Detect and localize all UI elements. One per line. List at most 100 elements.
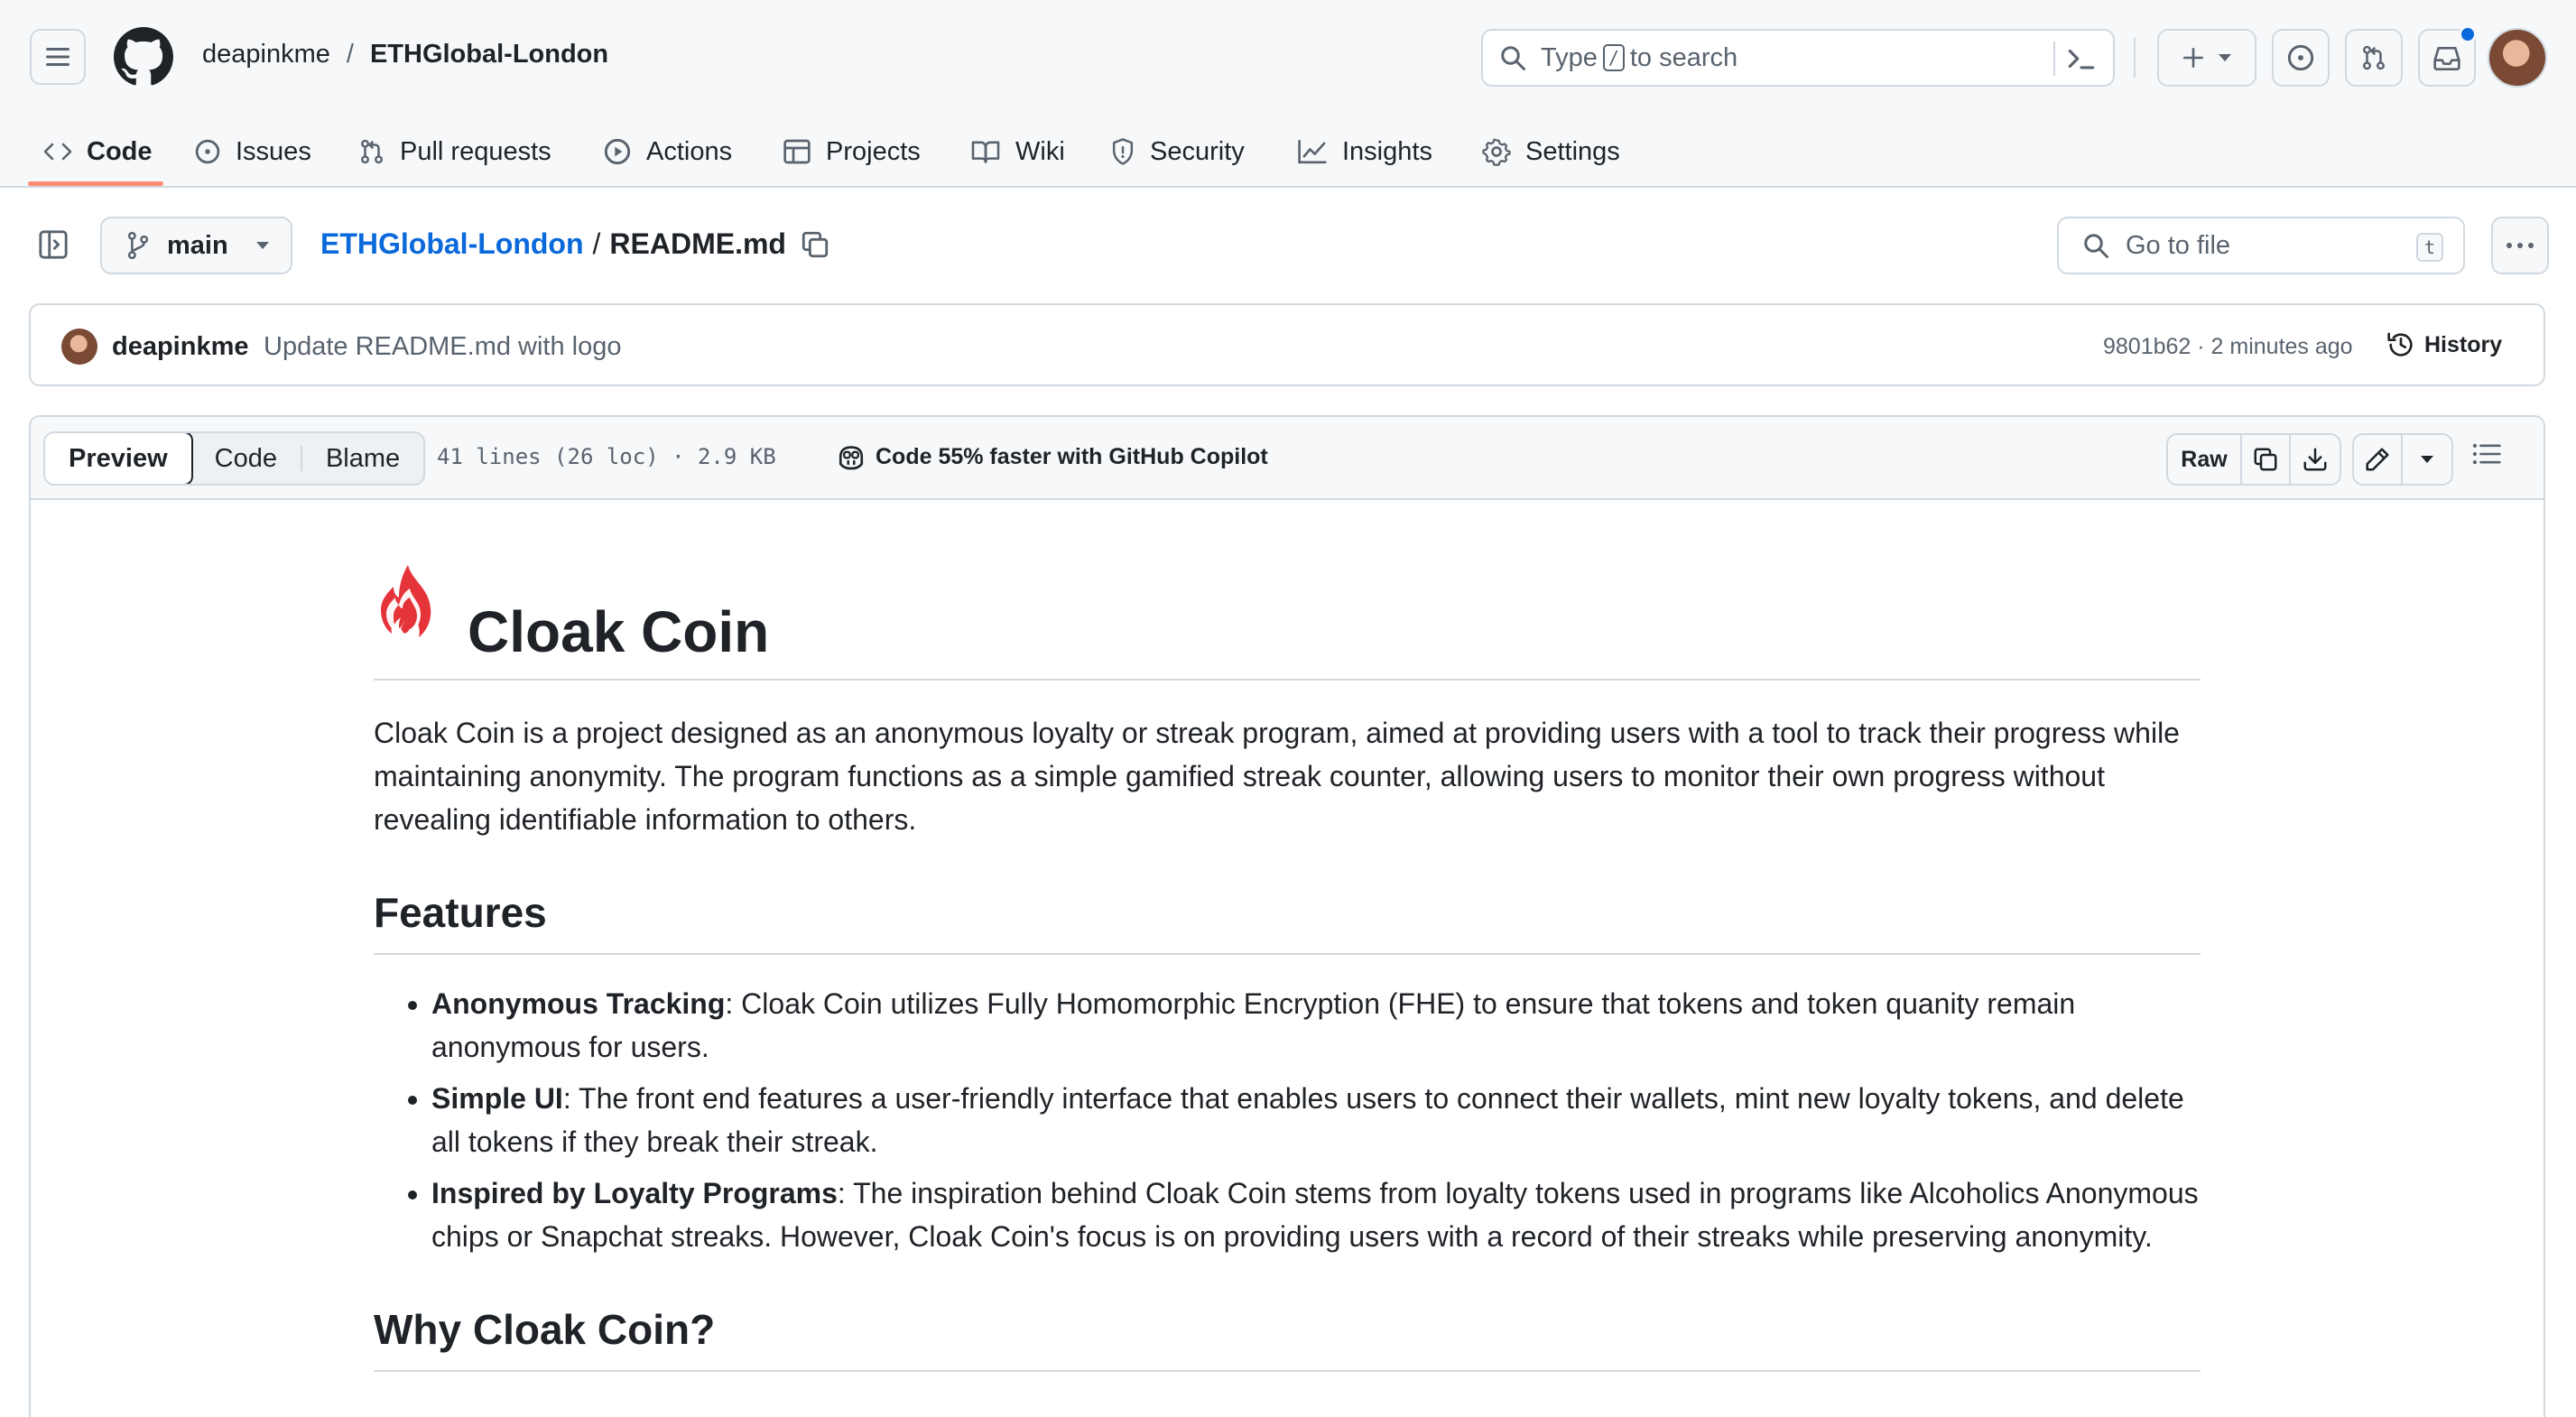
terminal-icon[interactable] [2066,43,2097,74]
tab-projects[interactable]: Projects [783,126,921,177]
edit-options-dropdown[interactable] [2403,435,2451,484]
file-viewer: Preview Code Blame 41 lines (26 loc) · 2… [29,415,2545,1417]
raw-button[interactable]: Raw [2168,435,2242,484]
copilot-promo-text: Code 55% faster with GitHub Copilot [876,443,1268,469]
pencil-icon [2366,448,2389,471]
tab-label: Wiki [1015,136,1065,166]
copy-icon[interactable] [800,229,830,260]
edit-actions-group [2352,433,2453,486]
pull-request-icon [361,139,383,164]
tab-label: Security [1150,136,1245,166]
user-avatar[interactable] [2488,28,2547,88]
owner-link[interactable]: deapinkme [202,40,330,69]
unread-notification-dot [2459,25,2477,43]
feature-term: Inspired by Loyalty Programs [431,1177,838,1209]
go-to-file-shortcut: t [2416,233,2443,262]
tab-label: Issues [236,136,311,166]
file-viewer-header: Preview Code Blame 41 lines (26 loc) · 2… [31,417,2544,500]
github-logo-icon[interactable] [114,27,173,87]
features-heading: Features [374,888,2201,955]
readme-content: Cloak Coin Cloak Coin is a project desig… [374,561,2201,1372]
your-pull-requests-button[interactable] [2345,29,2403,87]
go-to-file-input[interactable]: Go to file t [2057,217,2465,274]
feature-term: Anonymous Tracking [431,987,726,1020]
tab-security[interactable]: Security [1110,126,1245,177]
repo-link[interactable]: ETHGlobal-London [370,40,608,69]
preview-tab[interactable]: Preview [45,433,193,484]
download-raw-button[interactable] [2291,435,2340,484]
readme-title-heading: Cloak Coin [374,561,2201,681]
issue-icon [2287,44,2314,71]
search-shortcut-key: / [1602,44,1625,71]
create-new-button[interactable] [2157,29,2256,87]
history-button[interactable]: History [2386,330,2502,359]
file-actions-group: Raw [2166,433,2341,486]
commit-hash-time[interactable]: 9801b62 · 2 minutes ago [2103,334,2353,360]
tab-actions[interactable]: Actions [603,126,732,177]
history-label: History [2424,331,2503,357]
path-repo-link[interactable]: ETHGlobal-London [320,227,584,261]
hamburger-icon [46,48,69,66]
branch-icon [127,231,149,260]
gear-icon [1482,138,1511,166]
branch-name: main [167,230,228,260]
copy-icon [2254,448,2277,471]
kebab-horizontal-icon [2507,243,2534,248]
list-icon[interactable] [2471,440,2502,468]
list-item: Simple UI: The front end features a user… [431,1077,2201,1163]
list-item: Inspired by Loyalty Programs: The inspir… [431,1172,2201,1258]
book-icon [971,141,1000,163]
caret-down-icon [2219,54,2231,61]
tab-label: Insights [1342,136,1432,166]
graph-icon [1298,139,1327,164]
repo-nav-tabs: Code Issues Pull requests Actions Projec… [0,117,2576,188]
commit-author[interactable]: deapinkme [112,332,249,362]
tab-settings[interactable]: Settings [1482,126,1620,177]
tab-insights[interactable]: Insights [1297,126,1432,177]
go-to-file-placeholder: Go to file [2126,230,2231,260]
copy-raw-button[interactable] [2242,435,2291,484]
tab-wiki[interactable]: Wiki [970,126,1065,177]
features-list: Anonymous Tracking: Cloak Coin utilizes … [374,982,2201,1258]
menu-button[interactable] [30,29,86,85]
caret-down-icon [255,242,269,249]
commit-author-avatar[interactable] [61,329,97,365]
branch-selector[interactable]: main [100,217,292,274]
tab-label: Pull requests [400,136,551,166]
sidebar-icon[interactable] [38,229,69,260]
search-suffix: to search [1629,42,1738,72]
feature-description: : The front end features a user-friendly… [431,1082,2184,1158]
search-icon [2084,234,2108,258]
file-navigation-bar: main ETHGlobal-London / README.md Go to … [0,190,2576,301]
caret-down-icon [2421,456,2433,463]
commit-message[interactable]: Update README.md with logo [264,332,622,362]
repo-header: deapinkme / ETHGlobal-London Type / to s… [0,0,2576,188]
copilot-promo-link[interactable]: Code 55% faster with GitHub Copilot [836,442,1268,471]
tab-issues[interactable]: Issues [194,126,311,177]
pull-request-icon [2363,45,2385,70]
repo-breadcrumb: deapinkme / ETHGlobal-London [202,40,608,69]
plus-icon [2182,47,2204,69]
tab-code[interactable]: Code [43,126,153,177]
search-input[interactable]: Type / to search [1481,29,2115,87]
breadcrumb-separator: / [346,40,354,69]
file-size-info: 41 lines (26 loc) · 2.9 KB [437,444,776,469]
edit-file-button[interactable] [2354,435,2403,484]
code-view-tab[interactable]: Code [191,433,301,484]
search-divider [2053,42,2055,76]
more-options-button[interactable] [2491,217,2549,274]
topbar-divider [2134,38,2136,78]
tab-pull-requests[interactable]: Pull requests [358,126,551,177]
blame-tab[interactable]: Blame [302,433,423,484]
clock-icon [2387,332,2413,357]
readme-title: Cloak Coin [468,599,770,664]
tab-label: Projects [826,136,921,166]
issue-icon [195,139,220,164]
active-tab-indicator [28,181,163,186]
download-icon [2303,448,2327,471]
your-issues-button[interactable] [2272,29,2330,87]
file-path-breadcrumb: ETHGlobal-London / README.md [320,227,786,261]
table-icon [783,139,811,164]
path-separator: / [592,227,601,260]
latest-commit-bar: deapinkme Update README.md with logo 980… [29,303,2545,386]
